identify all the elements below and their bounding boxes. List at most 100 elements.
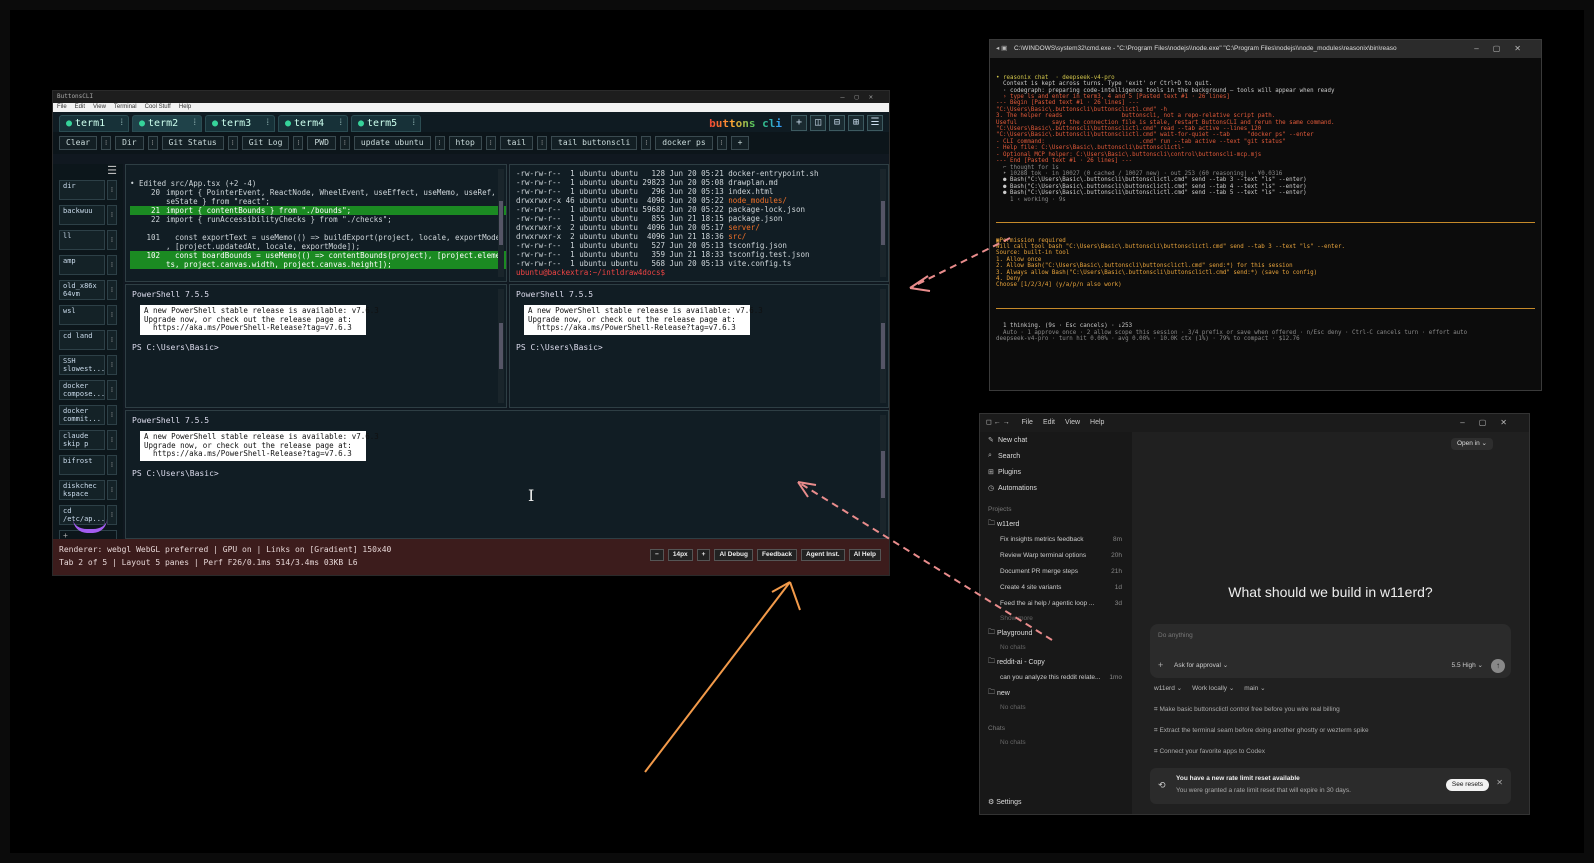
approval-dropdown[interactable]: Ask for approval ⌄ <box>1174 661 1228 669</box>
menu-item[interactable]: Cool Stuff <box>145 104 171 110</box>
pane-diff[interactable]: • Edited src/App.tsx (+2 -4) 20 import { P… <box>125 164 507 282</box>
sidebar-item[interactable]: old_x86x 64vm ⁞ <box>59 280 123 300</box>
close-icon[interactable]: ✕ <box>1496 778 1503 787</box>
command-button[interactable]: tail buttonscli <box>551 136 638 150</box>
hamburger-icon[interactable]: ☰ <box>53 164 123 180</box>
grid-layout-icon[interactable]: ⊞ <box>848 115 864 131</box>
option-dropdown[interactable]: Work locally ⌄ <box>1192 684 1234 692</box>
sidebar-item-menu-icon[interactable]: ⁞ <box>107 255 117 275</box>
sidebar-item[interactable]: bifrost ⁞ <box>59 455 123 475</box>
command-button[interactable]: Clear <box>59 136 98 150</box>
sidebar-item[interactable]: backwuu ⁞ <box>59 205 123 225</box>
scrollbar[interactable] <box>880 415 886 534</box>
project-reddit-ai[interactable]: 🗀 reddit-ai - Copy <box>980 655 1132 670</box>
chat-item[interactable]: Feed the ai help / agentic loop ... 3d <box>980 596 1132 612</box>
chat-item[interactable]: can you analyze this reddit relate... 1mo <box>980 670 1132 686</box>
see-resets-button[interactable]: See resets <box>1445 779 1489 791</box>
sidebar-item[interactable]: cd land ⁞ <box>59 330 123 350</box>
send-icon[interactable]: ↑ <box>1491 659 1505 673</box>
menu-item[interactable]: Help <box>179 104 191 110</box>
command-button[interactable]: tail <box>499 136 534 150</box>
command-menu-icon[interactable]: ⁞ <box>716 136 727 150</box>
tab-menu-icon[interactable]: ⁞ <box>339 116 342 131</box>
pane-powershell-1[interactable]: PowerShell 7.5.5 A new PowerShell stable… <box>125 284 507 408</box>
chat-item[interactable]: Create 4 site variants 1d <box>980 580 1132 596</box>
sidebar-item-menu-icon[interactable]: ⁞ <box>107 480 117 500</box>
agent-inst-button[interactable]: Agent Inst. <box>801 549 845 561</box>
project-new[interactable]: 🗀 new <box>980 686 1132 701</box>
nav-automations[interactable]: ◷ Automations <box>980 480 1132 496</box>
tab-term2[interactable]: ● term2 ⁞ <box>132 115 202 132</box>
window-controls[interactable]: –▢✕ <box>840 91 883 103</box>
sidebar-item[interactable]: dir ⁞ <box>59 180 123 200</box>
menu-item[interactable]: Help <box>1090 419 1104 426</box>
tab-menu-icon[interactable]: ⁞ <box>120 116 123 131</box>
nav-search[interactable]: ⌕ Search <box>980 448 1132 464</box>
split-vertical-icon[interactable]: ◫ <box>810 115 826 131</box>
nav-plugins[interactable]: ⊞ Plugins <box>980 464 1132 480</box>
chat-item[interactable]: Review Warp terminal options 20h <box>980 548 1132 564</box>
sidebar-item[interactable]: SSH slowest... ⁞ <box>59 355 123 375</box>
sidebar-item[interactable]: docker compose... ⁞ <box>59 380 123 400</box>
sidebar-item-menu-icon[interactable]: ⁞ <box>107 205 117 225</box>
sidebar-item[interactable]: docker commit... ⁞ <box>59 405 123 425</box>
command-menu-icon[interactable]: ⁞ <box>293 136 304 150</box>
scrollbar[interactable] <box>880 289 886 403</box>
command-button[interactable]: Git Status <box>161 136 224 150</box>
command-button[interactable]: docker ps <box>655 136 713 150</box>
command-menu-icon[interactable]: ⁞ <box>641 136 652 150</box>
sidebar-item-menu-icon[interactable]: ⁞ <box>107 355 117 375</box>
command-button[interactable]: Dir <box>115 136 144 150</box>
suggestion-item[interactable]: ⌗ Connect your favorite apps to Codex <box>1154 748 1265 756</box>
chat-item[interactable]: Document PR merge steps 21h <box>980 564 1132 580</box>
tab-term5[interactable]: ● term5 ⁞ <box>351 115 421 132</box>
sidebar-item[interactable]: ll ⁞ <box>59 230 123 250</box>
command-button[interactable]: PWD <box>307 136 336 150</box>
pane-powershell-2[interactable]: PowerShell 7.5.5 A new PowerShell stable… <box>509 284 889 408</box>
settings-button[interactable]: ⚙ Settings <box>988 798 1022 806</box>
sidebar-item-menu-icon[interactable]: ⁞ <box>107 305 117 325</box>
add-icon[interactable]: + <box>1158 660 1163 670</box>
sidebar-item-menu-icon[interactable]: ⁞ <box>107 455 117 475</box>
font-increase-button[interactable]: + <box>696 549 711 561</box>
command-button[interactable]: htop <box>448 136 482 150</box>
tab-menu-icon[interactable]: ⁞ <box>412 116 415 131</box>
project-w11erd[interactable]: 🗀 w11erd <box>980 517 1132 532</box>
model-dropdown[interactable]: 5.5 High ⌄ <box>1452 661 1483 669</box>
command-menu-icon[interactable]: ⁞ <box>101 136 112 150</box>
nav-back-icon[interactable]: ◻ ← → <box>986 419 1010 426</box>
command-menu-icon[interactable]: ⁞ <box>434 136 445 150</box>
command-button[interactable]: update ubuntu <box>353 136 431 150</box>
sidebar-item[interactable]: diskchec kspace ⁞ <box>59 480 123 500</box>
menu-item[interactable]: View <box>93 104 106 110</box>
open-in-button[interactable]: Open in ⌄ <box>1450 438 1493 450</box>
sidebar-item-menu-icon[interactable]: ⁞ <box>107 380 117 400</box>
tab-term4[interactable]: ● term4 ⁞ <box>278 115 348 132</box>
suggestion-item[interactable]: ⌗ Make basic buttonsclictl control free … <box>1154 706 1340 714</box>
sidebar-item[interactable]: amp ⁞ <box>59 255 123 275</box>
command-menu-icon[interactable]: ⁞ <box>147 136 158 150</box>
menu-item[interactable]: Terminal <box>114 104 137 110</box>
tab-term1[interactable]: ● term1 ⁞ <box>59 115 129 132</box>
tab-term3[interactable]: ● term3 ⁞ <box>205 115 275 132</box>
menu-item[interactable]: View <box>1065 419 1080 426</box>
command-menu-icon[interactable]: ⁞ <box>485 136 496 150</box>
nav-new-chat[interactable]: ✎ New chat <box>980 432 1132 448</box>
command-menu-icon[interactable]: ⁞ <box>339 136 350 150</box>
sidebar-item-menu-icon[interactable]: ⁞ <box>107 405 117 425</box>
add-tab-button[interactable]: + <box>791 115 807 131</box>
tab-menu-icon[interactable]: ⁞ <box>266 116 269 131</box>
option-dropdown[interactable]: main ⌄ <box>1244 684 1265 692</box>
ai-debug-button[interactable]: AI Debug <box>714 549 753 561</box>
option-dropdown[interactable]: w11erd ⌄ <box>1154 684 1182 692</box>
command-button[interactable]: + <box>730 136 750 150</box>
command-menu-icon[interactable]: ⁞ <box>537 136 548 150</box>
project-playground[interactable]: 🗀 Playground <box>980 626 1132 641</box>
menu-icon[interactable]: ☰ <box>867 115 883 131</box>
sidebar-item-menu-icon[interactable]: ⁞ <box>107 230 117 250</box>
sidebar-item[interactable]: wsl ⁞ <box>59 305 123 325</box>
menu-item[interactable]: File <box>1022 419 1033 426</box>
suggestion-item[interactable]: ⌗ Extract the terminal seam before doing… <box>1154 727 1369 735</box>
sidebar-item[interactable]: claude skip p ⁞ <box>59 430 123 450</box>
window-controls[interactable]: –▢✕ <box>1474 40 1535 58</box>
